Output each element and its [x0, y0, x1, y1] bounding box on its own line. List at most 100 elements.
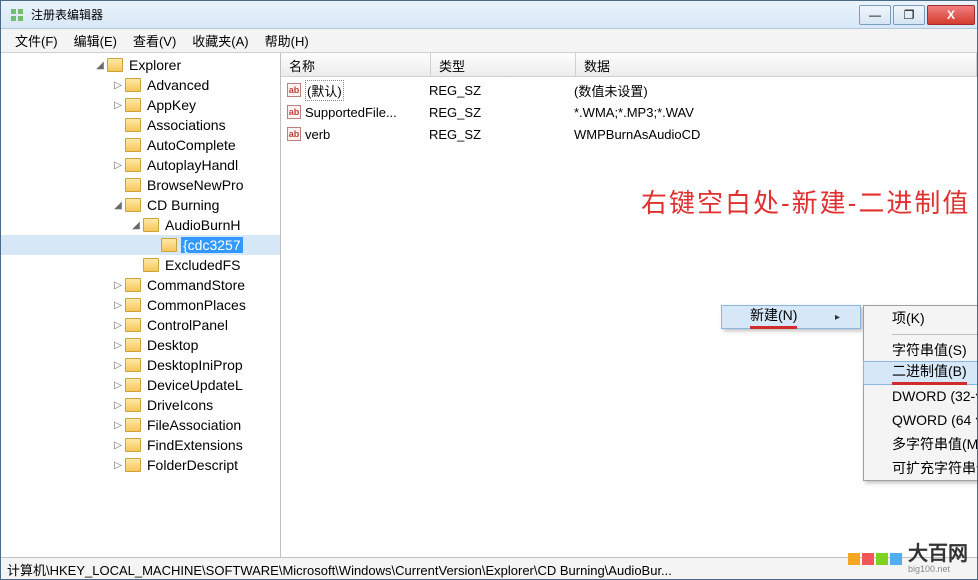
tree-item[interactable]: ▷FindExtensions	[1, 435, 280, 455]
tree-item[interactable]: ▷ExcludedFS	[1, 255, 280, 275]
tree-item[interactable]: ▷DeviceUpdateL	[1, 375, 280, 395]
col-name[interactable]: 名称	[281, 53, 431, 76]
string-value-icon: ab	[287, 127, 301, 141]
tree-item[interactable]: ▷Advanced	[1, 75, 280, 95]
tree-item[interactable]: ▷ CommandStore	[1, 275, 280, 295]
minimize-button[interactable]: —	[859, 5, 891, 25]
expand-icon[interactable]: ▷	[111, 100, 125, 111]
value-data: WMPBurnAsAudioCD	[574, 127, 977, 142]
tree-item-label: BrowseNewPro	[145, 177, 245, 193]
collapse-icon[interactable]: ◢	[93, 60, 107, 71]
expand-icon[interactable]: ▷	[111, 360, 125, 371]
col-data[interactable]: 数据	[576, 53, 977, 76]
expand-icon[interactable]: ▷	[111, 400, 125, 411]
expand-icon[interactable]: ▷	[111, 340, 125, 351]
menubar: 文件(F) 编辑(E) 查看(V) 收藏夹(A) 帮助(H)	[1, 29, 977, 53]
tree-item[interactable]: ▷ CommonPlaces	[1, 295, 280, 315]
list-row[interactable]: ab(默认)REG_SZ(数值未设置)	[281, 79, 977, 101]
tree-item-label: DriveIcons	[145, 397, 215, 413]
expand-icon[interactable]: ▷	[111, 420, 125, 431]
tree-item-label: AppKey	[145, 97, 198, 113]
tree-item[interactable]: ▷BrowseNewPro	[1, 175, 280, 195]
expand-icon[interactable]: ▷	[111, 320, 125, 331]
value-name: (默认)	[305, 80, 344, 101]
list-rows: ab(默认)REG_SZ(数值未设置)abSupportedFile...REG…	[281, 77, 977, 145]
menu-edit[interactable]: 编辑(E)	[66, 29, 125, 52]
folder-icon	[125, 378, 141, 392]
expand-icon[interactable]: ▷	[111, 380, 125, 391]
expand-icon[interactable]: ▷	[111, 160, 125, 171]
folder-icon	[125, 438, 141, 452]
tree-item[interactable]: ▷DesktopIniProp	[1, 355, 280, 375]
logo-square	[862, 553, 874, 565]
menu-help[interactable]: 帮助(H)	[257, 29, 317, 52]
ctx-new-multi[interactable]: 多字符串值(M)	[864, 432, 977, 456]
tree-item-label: AudioBurnH	[163, 217, 243, 233]
tree-item[interactable]: ◢CD Burning	[1, 195, 280, 215]
maximize-button[interactable]: ❐	[893, 5, 925, 25]
expand-icon[interactable]: ▷	[111, 440, 125, 451]
folder-icon	[143, 218, 159, 232]
expand-icon[interactable]: ▷	[111, 80, 125, 91]
ctx-separator	[864, 330, 977, 338]
expand-icon[interactable]: ▷	[111, 460, 125, 471]
titlebar: 注册表编辑器 — ❐ X	[1, 1, 977, 29]
tree-item[interactable]: ▷Associations	[1, 115, 280, 135]
tree-item[interactable]: ▷FileAssociation	[1, 415, 280, 435]
tree-item[interactable]: ▷Desktop	[1, 335, 280, 355]
tree-item[interactable]: ▷ AppKey	[1, 95, 280, 115]
folder-icon	[125, 338, 141, 352]
watermark-text: 大百网	[908, 544, 968, 564]
tree-item[interactable]: ▷ DriveIcons	[1, 395, 280, 415]
watermark-sub: big100.net	[908, 564, 968, 574]
tree-item[interactable]: ▷ ControlPanel	[1, 315, 280, 335]
value-data: *.WMA;*.MP3;*.WAV	[574, 105, 977, 120]
folder-icon	[125, 298, 141, 312]
menu-favorites[interactable]: 收藏夹(A)	[184, 29, 256, 52]
col-type[interactable]: 类型	[431, 53, 576, 76]
ctx-new-binary[interactable]: 二进制值(B)	[863, 361, 977, 385]
tree-item[interactable]: ▷FolderDescript	[1, 455, 280, 475]
folder-icon	[125, 78, 141, 92]
folder-icon	[125, 278, 141, 292]
list-pane[interactable]: 名称 类型 数据 ab(默认)REG_SZ(数值未设置)abSupportedF…	[281, 53, 977, 557]
ctx-new-string[interactable]: 字符串值(S)	[864, 338, 977, 362]
string-value-icon: ab	[287, 105, 301, 119]
tree-item-label: Associations	[145, 117, 228, 133]
value-type: REG_SZ	[429, 105, 574, 120]
list-row[interactable]: abSupportedFile...REG_SZ*.WMA;*.MP3;*.WA…	[281, 101, 977, 123]
ctx-new-dword[interactable]: DWORD (32-位)值(D)	[864, 384, 977, 408]
ctx-new-qword[interactable]: QWORD (64 位)值(Q)	[864, 408, 977, 432]
collapse-icon[interactable]: ◢	[111, 200, 125, 211]
ctx-new-expand[interactable]: 可扩充字符串值(E)	[864, 456, 977, 480]
tree-item[interactable]: ▷AutoComplete	[1, 135, 280, 155]
tree-item-label: ControlPanel	[145, 317, 230, 333]
tree-item[interactable]: ▷ AutoplayHandl	[1, 155, 280, 175]
expand-icon[interactable]: ▷	[111, 280, 125, 291]
tree-pane[interactable]: ◢Explorer▷Advanced▷AppKey▷Associations▷A…	[1, 53, 281, 557]
list-header: 名称 类型 数据	[281, 53, 977, 77]
tree-item[interactable]: ◢ AudioBurnH	[1, 215, 280, 235]
ctx-new-label: 新建(N)	[750, 305, 797, 329]
tree-item[interactable]: ▷{cdc3257	[1, 235, 280, 255]
logo-square	[890, 553, 902, 565]
tree-item-label: ExcludedFS	[163, 257, 242, 273]
folder-icon	[125, 418, 141, 432]
collapse-icon[interactable]: ◢	[129, 220, 143, 231]
folder-icon	[125, 138, 141, 152]
window-buttons: — ❐ X	[857, 5, 975, 25]
window-title: 注册表编辑器	[31, 6, 857, 23]
folder-icon	[125, 458, 141, 472]
tree-item-label: CommonPlaces	[145, 297, 248, 313]
context-menu-main: 新建(N)	[721, 305, 861, 329]
tree-item[interactable]: ◢Explorer	[1, 55, 280, 75]
tree-item-label: CommandStore	[145, 277, 247, 293]
menu-file[interactable]: 文件(F)	[7, 29, 66, 52]
expand-icon[interactable]: ▷	[111, 300, 125, 311]
tree-item-label: AutoplayHandl	[145, 157, 240, 173]
ctx-new[interactable]: 新建(N)	[721, 305, 861, 329]
menu-view[interactable]: 查看(V)	[125, 29, 184, 52]
list-row[interactable]: abverbREG_SZWMPBurnAsAudioCD	[281, 123, 977, 145]
ctx-new-key[interactable]: 项(K)	[864, 306, 977, 330]
close-button[interactable]: X	[927, 5, 975, 25]
